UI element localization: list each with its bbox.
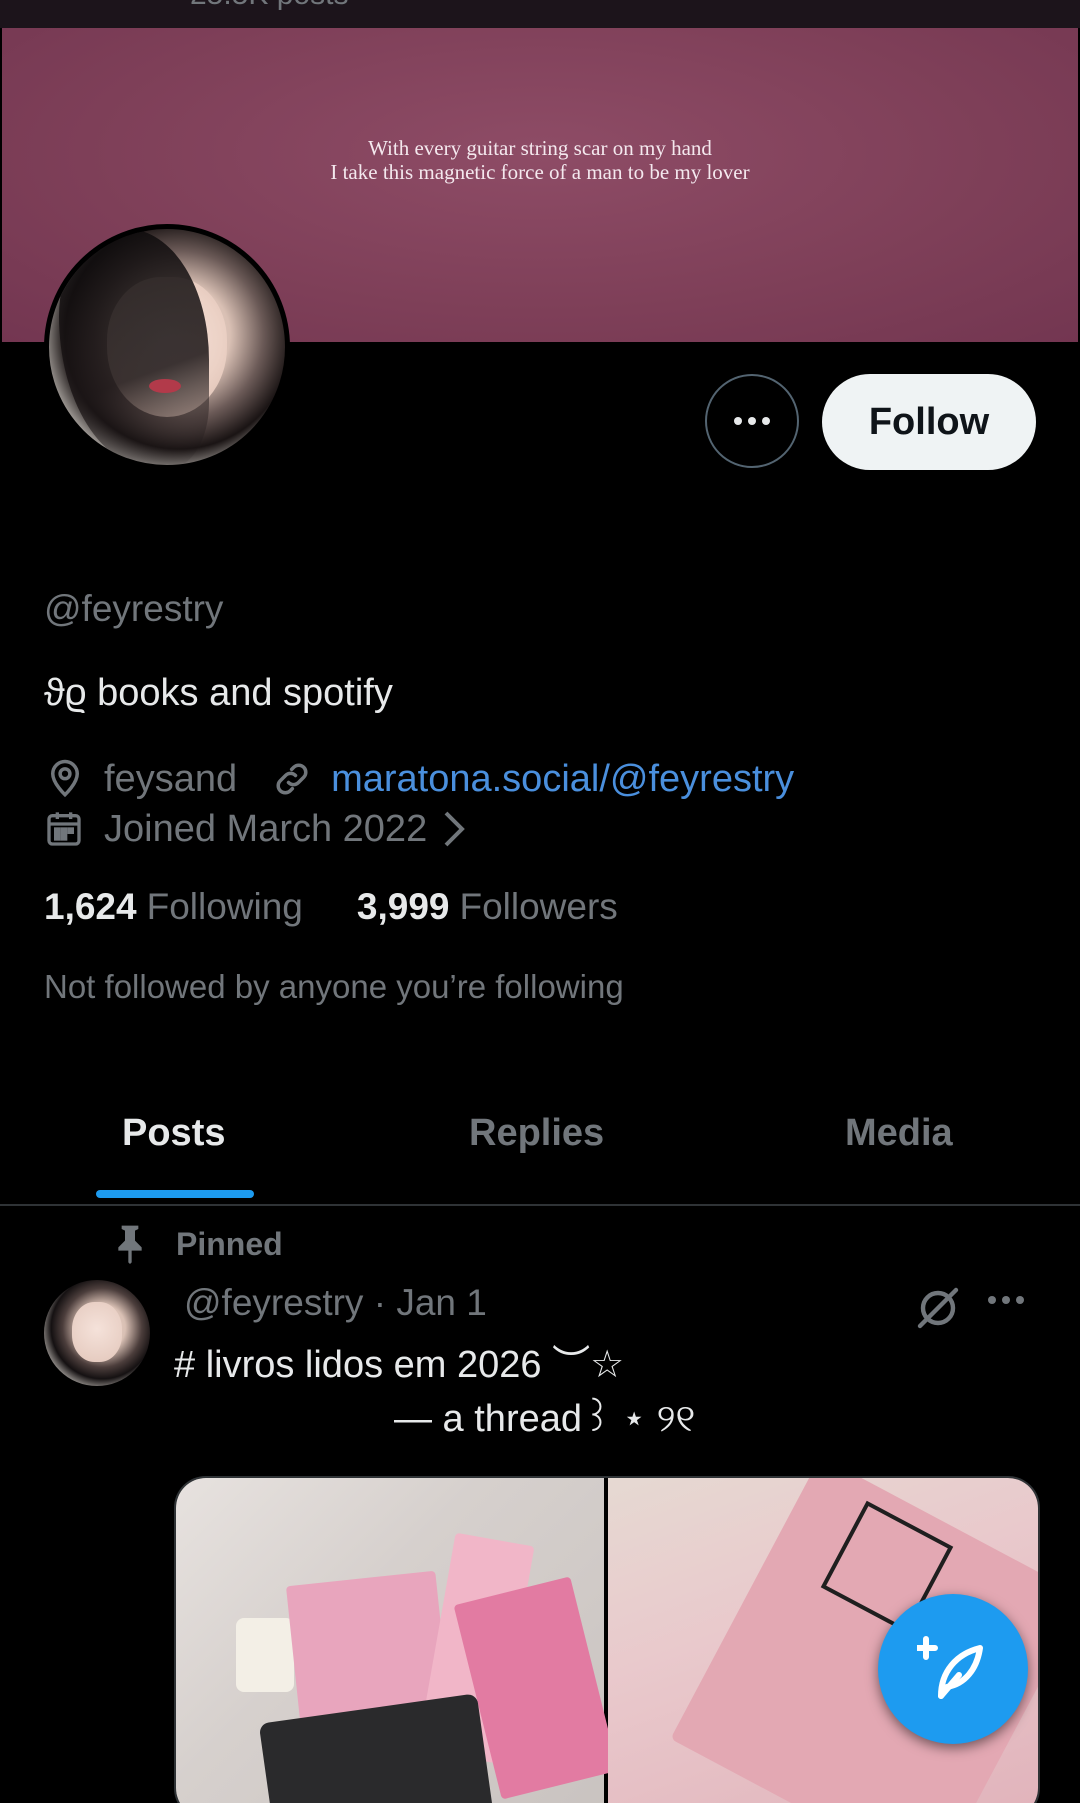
- not-followed-note: Not followed by anyone you’re following: [44, 968, 624, 1005]
- profile-location: feysand: [104, 757, 238, 800]
- tab-posts[interactable]: Posts: [122, 1112, 225, 1155]
- profile-website-link[interactable]: maratona.social/@feyrestry: [331, 758, 794, 801]
- post-separator: ·: [373, 1282, 397, 1323]
- avatar-lips: [149, 379, 181, 393]
- following-count: 1,624: [44, 886, 137, 927]
- following-label: Following: [146, 886, 303, 927]
- post-text: # livros lidos em 2026 ︶☆ — a thread꒱ ⋆ …: [174, 1338, 1034, 1446]
- tab-media[interactable]: Media: [845, 1112, 953, 1155]
- active-tab-indicator: [96, 1190, 254, 1198]
- banner-quote-line2: I take this magnetic force of a man to b…: [330, 160, 750, 184]
- grok-icon[interactable]: [914, 1284, 962, 1332]
- profile-handle: @feyrestry: [44, 588, 224, 629]
- compose-post-button[interactable]: [878, 1594, 1028, 1744]
- post-more-button[interactable]: [988, 1296, 1024, 1304]
- image-candle: [236, 1618, 294, 1692]
- tab-replies[interactable]: Replies: [469, 1112, 604, 1155]
- profile-avatar[interactable]: [44, 224, 290, 470]
- banner-quote-line1: With every guitar string scar on my hand: [368, 136, 712, 160]
- profile-joined-date: Joined March 2022: [104, 807, 428, 850]
- followers-count: 3,999: [356, 886, 450, 927]
- post-handle[interactable]: @feyrestry: [184, 1282, 363, 1323]
- post-avatar[interactable]: [44, 1280, 150, 1386]
- image-tablet: [258, 1693, 494, 1803]
- pinned-label: Pinned: [176, 1225, 283, 1262]
- post-more-icon: [988, 1296, 996, 1304]
- follow-button[interactable]: Follow: [822, 374, 1036, 470]
- profile-bio: ϑϱ books and spotify: [44, 672, 393, 714]
- link-icon: [276, 763, 308, 795]
- followers-label: Followers: [459, 886, 618, 927]
- post-image-books[interactable]: [176, 1478, 619, 1803]
- avatar-hair: [59, 229, 209, 465]
- post-count: 25.5K posts: [190, 0, 348, 12]
- profile-joined-row[interactable]: Joined March 2022: [44, 806, 469, 852]
- profile-meta-row: feysand maratona.social/@feyrestry: [44, 756, 794, 802]
- profile-stats: 1,624 Following 3,999 Followers: [44, 886, 618, 928]
- post-text-line2: — a thread꒱ ⋆ ୨୧: [394, 1398, 696, 1440]
- post-more-icon-dot: [1016, 1296, 1024, 1304]
- profile-page: 25.5K posts With every guitar string sca…: [0, 0, 1080, 1803]
- profile-tabs: Posts Replies Media: [0, 1098, 1080, 1204]
- banner-quote: With every guitar string scar on my hand…: [2, 136, 1078, 184]
- followers-stat[interactable]: 3,999 Followers: [357, 886, 618, 928]
- more-options-button[interactable]: [705, 374, 799, 468]
- compose-icon: [917, 1636, 983, 1699]
- more-icon-dot: [748, 417, 756, 425]
- post-header: @feyrestry · Jan 1: [184, 1282, 487, 1324]
- pin-icon: [118, 1225, 142, 1264]
- top-bar: 25.5K posts: [0, 0, 1080, 28]
- calendar-icon: [47, 812, 81, 846]
- chevron-right-icon: [444, 811, 466, 847]
- following-stat[interactable]: 1,624 Following: [44, 886, 303, 928]
- more-icon: [734, 417, 742, 425]
- pinned-indicator: Pinned: [112, 1224, 283, 1264]
- post-avatar-face: [72, 1302, 122, 1362]
- location-icon: [50, 759, 80, 798]
- post-more-icon-dot: [1002, 1296, 1010, 1304]
- post-text-line1: # livros lidos em 2026 ︶☆: [174, 1344, 625, 1386]
- more-icon-dot: [762, 417, 770, 425]
- tabs-divider: [0, 1204, 1080, 1206]
- post-date[interactable]: Jan 1: [396, 1282, 487, 1323]
